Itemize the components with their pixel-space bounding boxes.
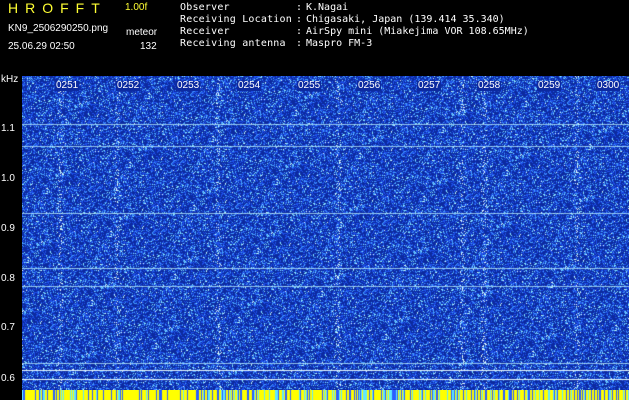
observer-colon: : [296,2,303,13]
antenna-colon: : [296,38,303,49]
count-label: 132 [140,41,157,52]
x-tick-0259: 0259 [537,80,562,91]
signal-level-strip [22,390,629,400]
receiver-colon: : [296,26,303,37]
x-tick-0258: 0258 [477,80,502,91]
x-tick-0257: 0257 [417,80,442,91]
y-tick-0.7: 0.7 [1,322,15,333]
app-title: HROFFT [8,0,107,16]
observer-value: K.Nagai [306,2,349,13]
datetime-label: 25.06.29 02:50 [8,41,75,52]
y-tick-1.1: 1.1 [1,123,15,134]
location-colon: : [296,14,303,25]
waterfall-spectrogram [22,76,629,390]
y-tick-0.9: 0.9 [1,223,15,234]
x-tick-0253: 0253 [176,80,201,91]
observer-label: Observer [180,2,230,13]
x-tick-0255: 0255 [297,80,322,91]
location-label: Receiving Location [180,14,292,25]
mode-label: meteor [126,27,158,38]
x-tick-0256: 0256 [357,80,382,91]
antenna-value: Maspro FM-3 [306,38,373,49]
y-tick-0.6: 0.6 [1,373,15,384]
location-value: Chigasaki, Japan (139.414 35.340) [306,14,505,25]
version-label: 1.00f [125,2,148,13]
header-panel: HROFFT 1.00f KN9_2506290250.png meteor 2… [0,0,629,74]
receiver-value: AirSpy mini (Miakejima VOR 108.65MHz) [306,26,529,37]
y-tick-1.0: 1.0 [1,173,15,184]
spectrogram-canvas [22,76,629,390]
y-axis-unit: kHz [1,74,19,85]
y-axis: kHz 1.1 1.0 0.9 0.8 0.7 0.6 [0,74,22,400]
x-tick-0254: 0254 [237,80,262,91]
receiver-label: Receiver [180,26,230,37]
y-tick-0.8: 0.8 [1,273,15,284]
x-tick-0252: 0252 [116,80,141,91]
filename-label: KN9_2506290250.png [8,23,109,34]
x-tick-0300: 0300 [596,80,621,91]
x-tick-0251: 0251 [55,80,80,91]
antenna-label: Receiving antenna [180,38,286,49]
